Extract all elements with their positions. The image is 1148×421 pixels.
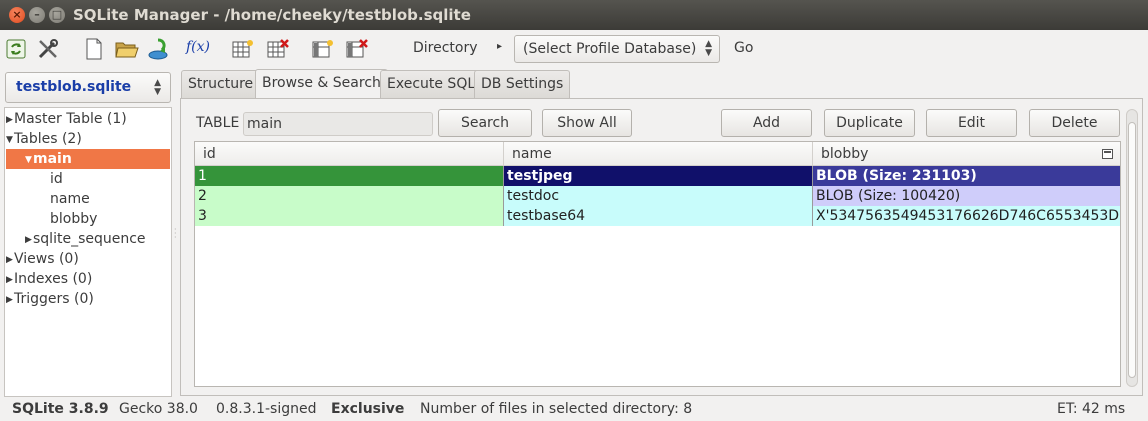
table-row[interactable]: 1 testjpeg BLOB (Size: 231103) <box>195 166 1120 186</box>
edit-button[interactable]: Edit <box>926 109 1017 137</box>
database-select-value: testblob.sqlite <box>16 79 132 95</box>
expand-arrow-icon[interactable]: ▶ <box>6 290 14 310</box>
table-cell-blobby[interactable]: BLOB (Size: 100420) <box>813 186 1120 206</box>
directory-arrow-icon[interactable]: ▸ <box>497 41 502 52</box>
column-picker-icon[interactable] <box>1102 149 1113 159</box>
tab-structure[interactable]: Structure <box>181 70 261 98</box>
tree-item-column-id[interactable]: id <box>50 169 63 189</box>
tree-item-indexes[interactable]: ▶Indexes (0) <box>6 269 92 289</box>
table-name-field[interactable]: main <box>243 112 433 136</box>
tree-item-master-table[interactable]: ▶Master Table (1) <box>6 109 127 129</box>
minimize-icon[interactable]: – <box>29 7 45 23</box>
vertical-scrollbar[interactable] <box>1126 109 1138 387</box>
duplicate-button[interactable]: Duplicate <box>824 109 915 137</box>
expand-arrow-icon[interactable]: ▶ <box>6 110 14 130</box>
create-index-icon[interactable] <box>311 38 335 60</box>
column-header-name[interactable]: name <box>504 142 813 166</box>
show-all-button[interactable]: Show All <box>542 109 632 137</box>
expand-arrow-icon[interactable]: ▶ <box>6 250 14 270</box>
tab-db-settings[interactable]: DB Settings <box>474 70 571 98</box>
table-cell-blobby[interactable]: BLOB (Size: 231103) <box>813 166 1120 186</box>
directory-label[interactable]: Directory <box>413 40 478 56</box>
reconnect-icon[interactable] <box>4 38 28 60</box>
collapse-arrow-icon[interactable]: ▼ <box>6 130 14 150</box>
table-label: TABLE <box>196 115 240 131</box>
add-button[interactable]: Add <box>721 109 812 137</box>
close-icon[interactable]: × <box>9 7 25 23</box>
profile-select-value: (Select Profile Database) <box>523 41 697 57</box>
results-grid[interactable]: id name blobby 1 testjpeg BLOB (Size: 23… <box>194 141 1121 387</box>
table-cell-id[interactable]: 3 <box>195 206 504 226</box>
table-cell-id[interactable]: 1 <box>195 166 504 186</box>
updown-arrows-icon: ▲ ▼ <box>705 39 712 58</box>
search-button[interactable]: Search <box>438 109 532 137</box>
window-title: SQLite Manager - /home/cheeky/testblob.s… <box>73 6 471 24</box>
lock-mode: Exclusive <box>331 401 405 417</box>
new-db-icon[interactable] <box>82 38 106 60</box>
directory-files-info: Number of files in selected directory: 8 <box>420 401 693 417</box>
column-header-blobby[interactable]: blobby <box>813 142 1120 166</box>
updown-arrows-icon: ▲ ▼ <box>154 78 161 97</box>
go-button[interactable]: Go <box>734 40 753 56</box>
delete-button[interactable]: Delete <box>1029 109 1120 137</box>
create-table-icon[interactable] <box>231 38 255 60</box>
table-row[interactable]: 3 testbase64 X'5347563549453176626D746C6… <box>195 206 1120 226</box>
table-cell-name[interactable]: testbase64 <box>504 206 813 226</box>
table-row[interactable]: 2 testdoc BLOB (Size: 100420) <box>195 186 1120 206</box>
extension-version: 0.8.3.1-signed <box>216 401 317 417</box>
tab-execute-sql[interactable]: Execute SQL <box>380 70 483 98</box>
scrollbar-thumb[interactable] <box>1128 122 1136 378</box>
tree-item-main[interactable]: ▼main <box>6 149 170 169</box>
splitter-handle[interactable]: · · · <box>174 226 177 242</box>
table-cell-blobby[interactable]: X'5347563549453176626D746C6553453D0A' <box>813 206 1120 226</box>
status-bar: SQLite 3.8.9 Gecko 38.0 0.8.3.1-signed E… <box>0 398 1148 421</box>
sqlite-version: SQLite 3.8.9 <box>12 401 109 417</box>
tree-item-column-blobby[interactable]: blobby <box>50 209 97 229</box>
tools-icon[interactable] <box>36 38 60 60</box>
tree-item-sqlite-sequence[interactable]: ▶sqlite_sequence <box>25 229 146 249</box>
export-db-icon[interactable] <box>148 38 172 60</box>
table-cell-name[interactable]: testdoc <box>504 186 813 206</box>
table-cell-name[interactable]: testjpeg <box>504 166 813 186</box>
collapse-arrow-icon[interactable]: ▼ <box>25 150 33 170</box>
tab-browse-search[interactable]: Browse & Search <box>255 69 388 98</box>
schema-tree[interactable]: ▶Master Table (1) ▼Tables (2) ▼main id n… <box>4 107 172 397</box>
profile-database-select[interactable]: (Select Profile Database) ▲ ▼ <box>514 35 720 63</box>
drop-index-icon[interactable] <box>345 38 369 60</box>
drop-table-icon[interactable] <box>266 38 290 60</box>
title-bar: × – □ SQLite Manager - /home/cheeky/test… <box>0 0 1148 30</box>
tree-item-column-name[interactable]: name <box>50 189 90 209</box>
elapsed-time: ET: 42 ms <box>1057 401 1126 417</box>
open-db-icon[interactable] <box>115 38 139 60</box>
expand-arrow-icon[interactable]: ▶ <box>25 230 33 250</box>
table-cell-id[interactable]: 2 <box>195 186 504 206</box>
expand-arrow-icon[interactable]: ▶ <box>6 270 14 290</box>
database-select[interactable]: testblob.sqlite ▲ ▼ <box>5 72 171 103</box>
column-header-id[interactable]: id <box>195 142 504 166</box>
tree-item-views[interactable]: ▶Views (0) <box>6 249 79 269</box>
tree-item-triggers[interactable]: ▶Triggers (0) <box>6 289 94 309</box>
gecko-version: Gecko 38.0 <box>119 401 198 417</box>
grid-header: id name blobby <box>195 142 1120 166</box>
tree-item-tables[interactable]: ▼Tables (2) <box>6 129 82 149</box>
maximize-icon[interactable]: □ <box>49 7 65 23</box>
toolbar: f(x) Directory ▸ (Select Profile Databas… <box>0 30 1148 68</box>
function-icon[interactable]: f(x) <box>186 39 210 55</box>
